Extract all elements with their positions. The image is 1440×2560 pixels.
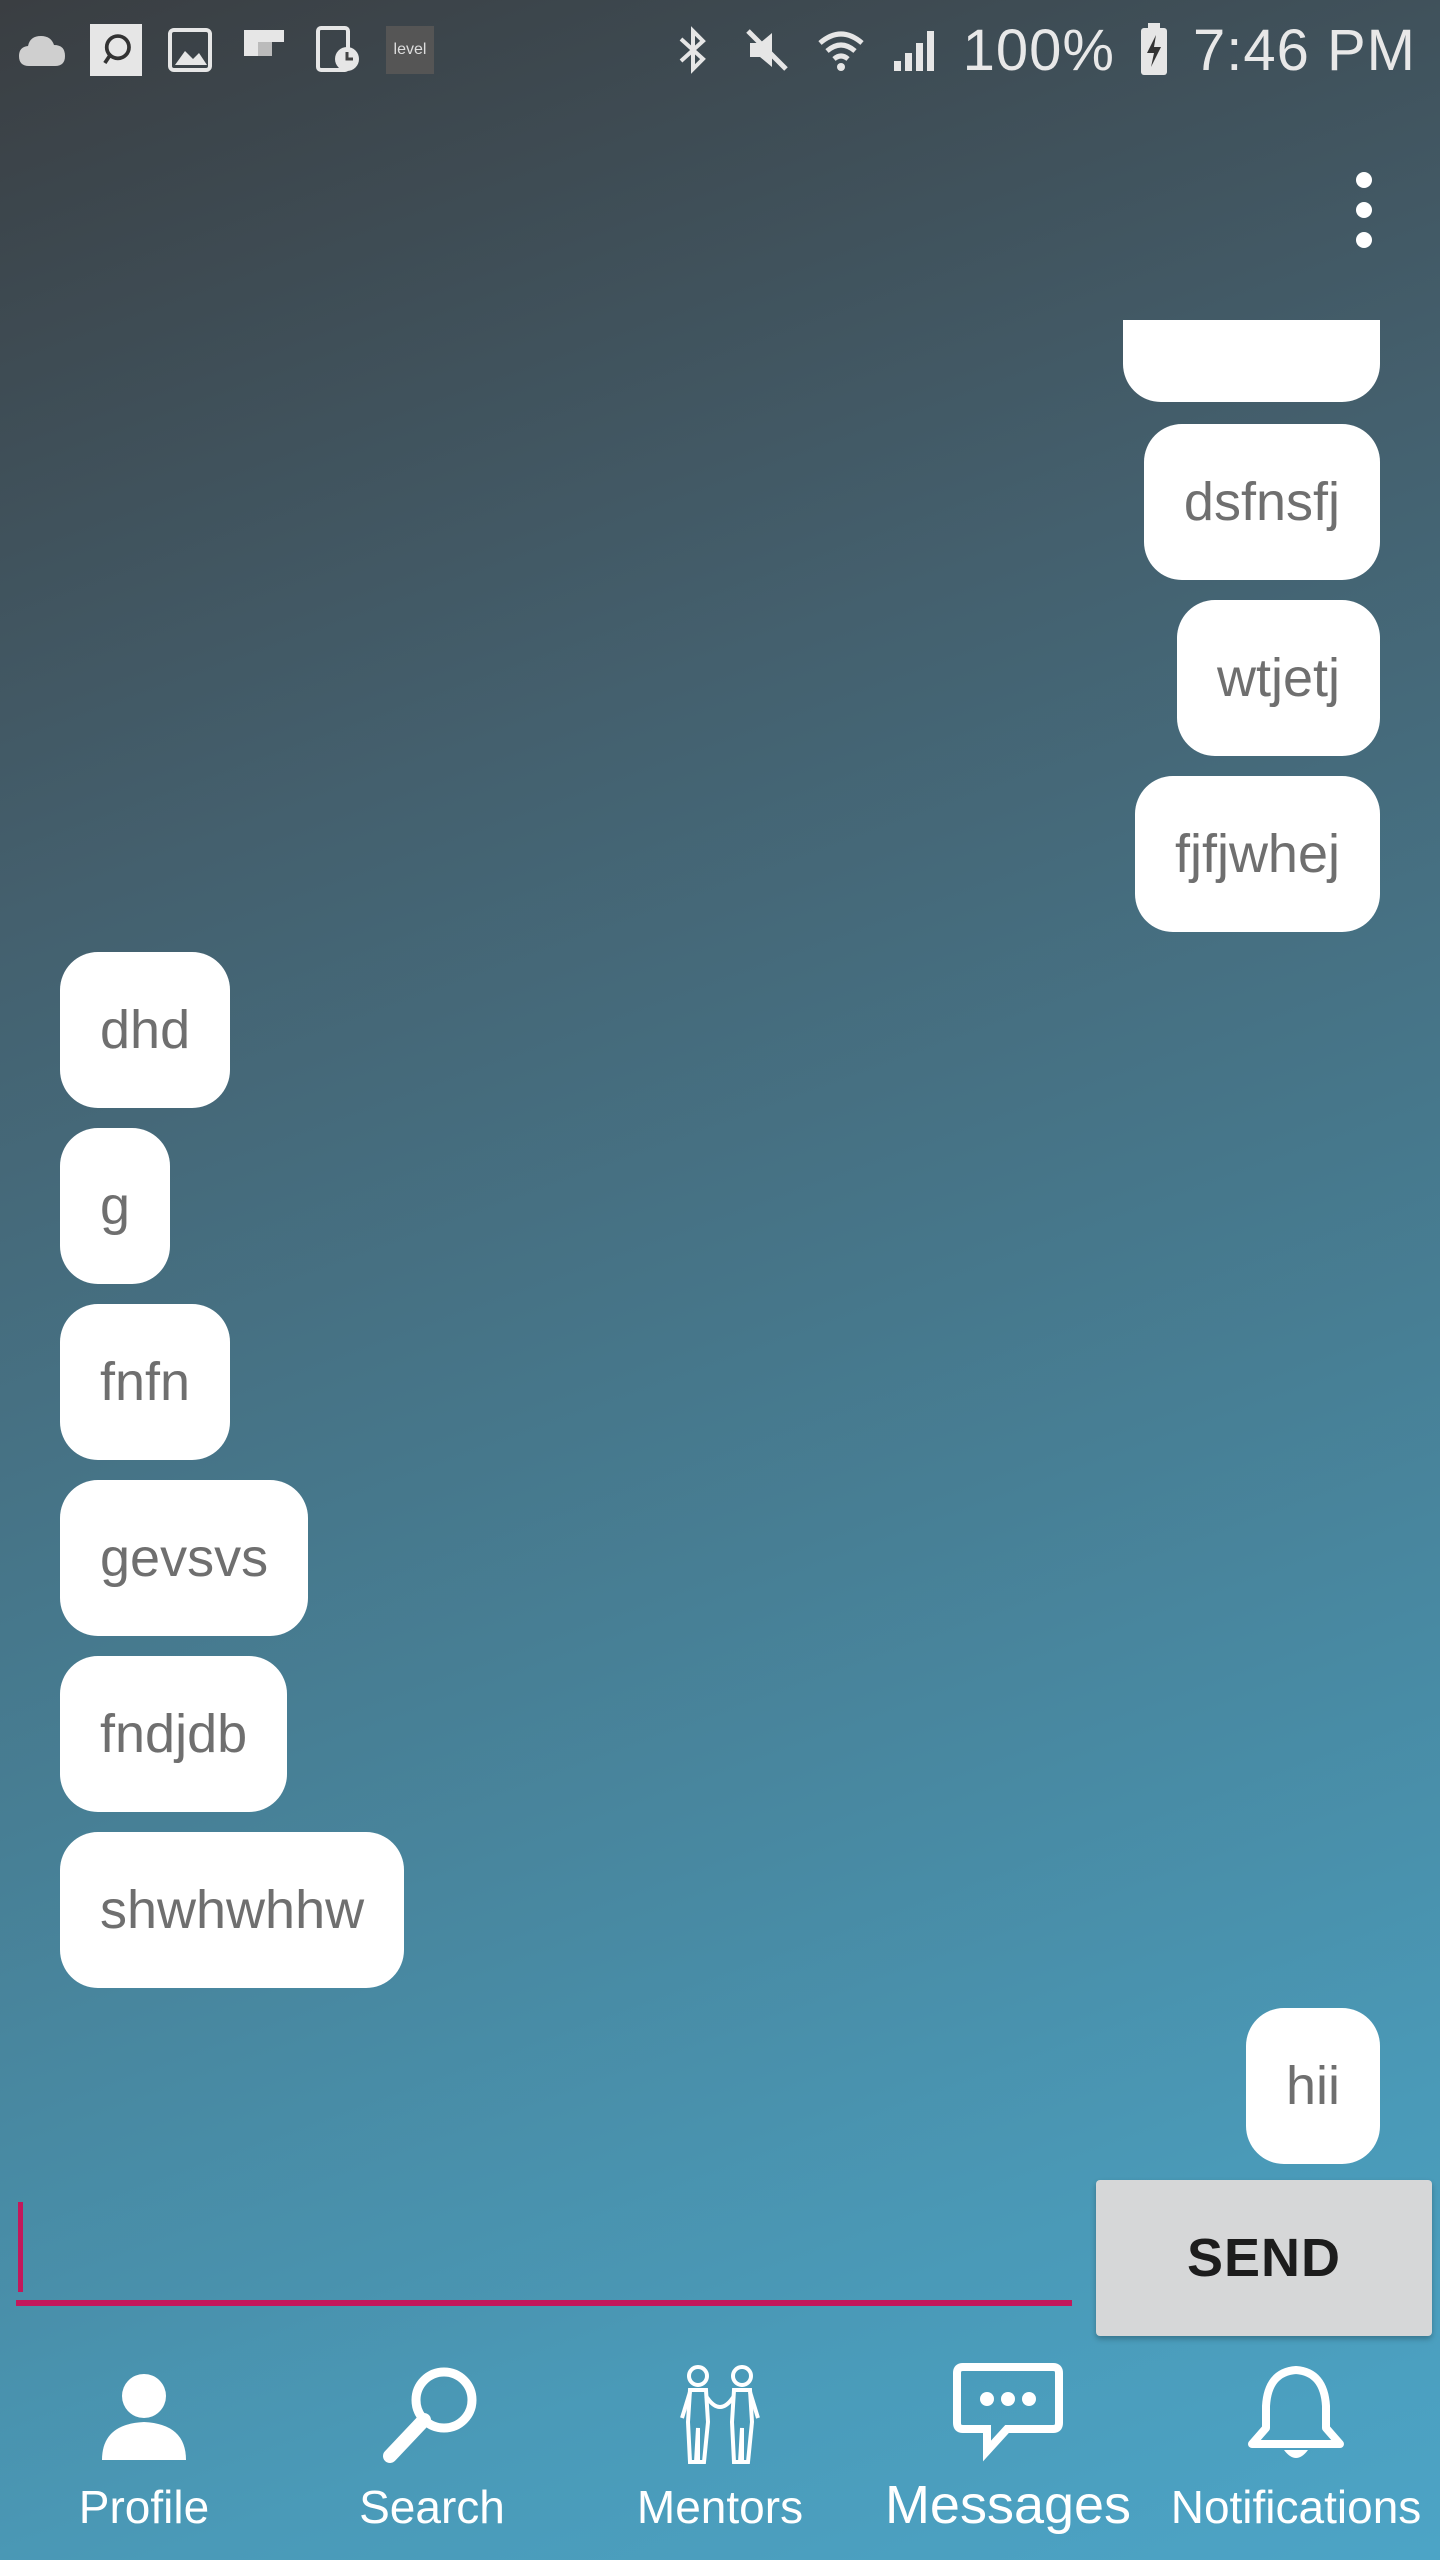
- message-text: shwhwhhw: [100, 1880, 365, 1940]
- text-cursor: [18, 2202, 23, 2292]
- message-composer: SEND: [0, 2180, 1440, 2340]
- cloud-icon: [16, 24, 68, 76]
- gallery-icon: [164, 24, 216, 76]
- message-bubble-outgoing[interactable]: fjfjwhej: [1134, 776, 1380, 932]
- nav-label: Profile: [78, 2481, 210, 2533]
- nav-label: Search: [359, 2481, 505, 2533]
- more-vertical-icon: [1356, 172, 1372, 188]
- message-bubble-incoming[interactable]: shwhwhhw: [60, 1832, 405, 1988]
- bluetooth-icon: [667, 24, 719, 76]
- nav-label: Notifications: [1170, 2481, 1422, 2533]
- nav-item-profile[interactable]: Profile: [0, 2350, 288, 2560]
- more-vertical-icon-dot: [1356, 232, 1372, 248]
- message-bubble-incoming[interactable]: fnfn: [60, 1304, 231, 1460]
- mentors-icon: [660, 2354, 780, 2474]
- message-bubble-incoming[interactable]: gevsvs: [60, 1480, 309, 1636]
- battery-percent: 100%: [962, 17, 1115, 83]
- message-text: dhd: [100, 1000, 191, 1060]
- search-icon: [372, 2354, 492, 2474]
- message-bubble-incoming[interactable]: dhd: [60, 952, 231, 1108]
- message-input[interactable]: [16, 2200, 1072, 2306]
- message-text: fjfjwhej: [1174, 824, 1340, 884]
- nav-item-search[interactable]: Search: [288, 2350, 576, 2560]
- message-bubble-incoming[interactable]: g: [60, 1128, 171, 1284]
- bottom-navigation: Profile Search Mentors Messages Notifica…: [0, 2350, 1440, 2560]
- message-list[interactable]: shehen dsfnsfj wtjetj fjfjwhej dhd g fnf…: [0, 320, 1440, 2165]
- screen-time-icon: [312, 24, 364, 76]
- status-right-icons: 100% 7:46 PM: [667, 17, 1416, 84]
- message-text: hii: [1285, 2056, 1340, 2116]
- level-icon: level: [386, 26, 434, 74]
- status-left-icons: level: [16, 24, 434, 76]
- message-bubble-outgoing[interactable]: dsfnsfj: [1143, 424, 1380, 580]
- message-bubble-outgoing[interactable]: wtjetj: [1176, 600, 1380, 756]
- message-bubble-incoming[interactable]: fndjdb: [60, 1656, 288, 1812]
- message-bubble-outgoing[interactable]: shehen: [1122, 320, 1380, 402]
- message-text: gevsvs: [100, 1528, 269, 1588]
- flipboard-icon: [238, 24, 290, 76]
- clock: 7:46 PM: [1193, 17, 1416, 83]
- battery-charging-icon: [1137, 23, 1171, 76]
- status-bar: level 100% 7:46 PM: [0, 0, 1440, 100]
- level-text: level: [393, 41, 427, 58]
- bell-icon: [1236, 2354, 1356, 2474]
- nav-item-notifications[interactable]: Notifications: [1152, 2350, 1440, 2560]
- mute-icon: [741, 24, 793, 76]
- more-vertical-icon-dot: [1356, 202, 1372, 218]
- nav-label: Messages: [884, 2475, 1132, 2535]
- nav-item-messages[interactable]: Messages: [864, 2350, 1152, 2560]
- more-options-button[interactable]: [1334, 172, 1394, 248]
- message-text: fndjdb: [100, 1704, 248, 1764]
- send-button[interactable]: SEND: [1096, 2180, 1432, 2336]
- message-text: dsfnsfj: [1183, 472, 1340, 532]
- chat-icon: [948, 2354, 1068, 2474]
- app-icon: [90, 24, 142, 76]
- nav-item-mentors[interactable]: Mentors: [576, 2350, 864, 2560]
- message-text: fnfn: [100, 1352, 191, 1412]
- person-icon: [84, 2354, 204, 2474]
- message-text: g: [100, 1176, 131, 1236]
- nav-label: Mentors: [636, 2481, 804, 2533]
- wifi-icon: [815, 24, 867, 76]
- signal-icon: [889, 24, 941, 76]
- message-text: wtjetj: [1216, 648, 1340, 708]
- message-bubble-outgoing[interactable]: hii: [1245, 2008, 1380, 2164]
